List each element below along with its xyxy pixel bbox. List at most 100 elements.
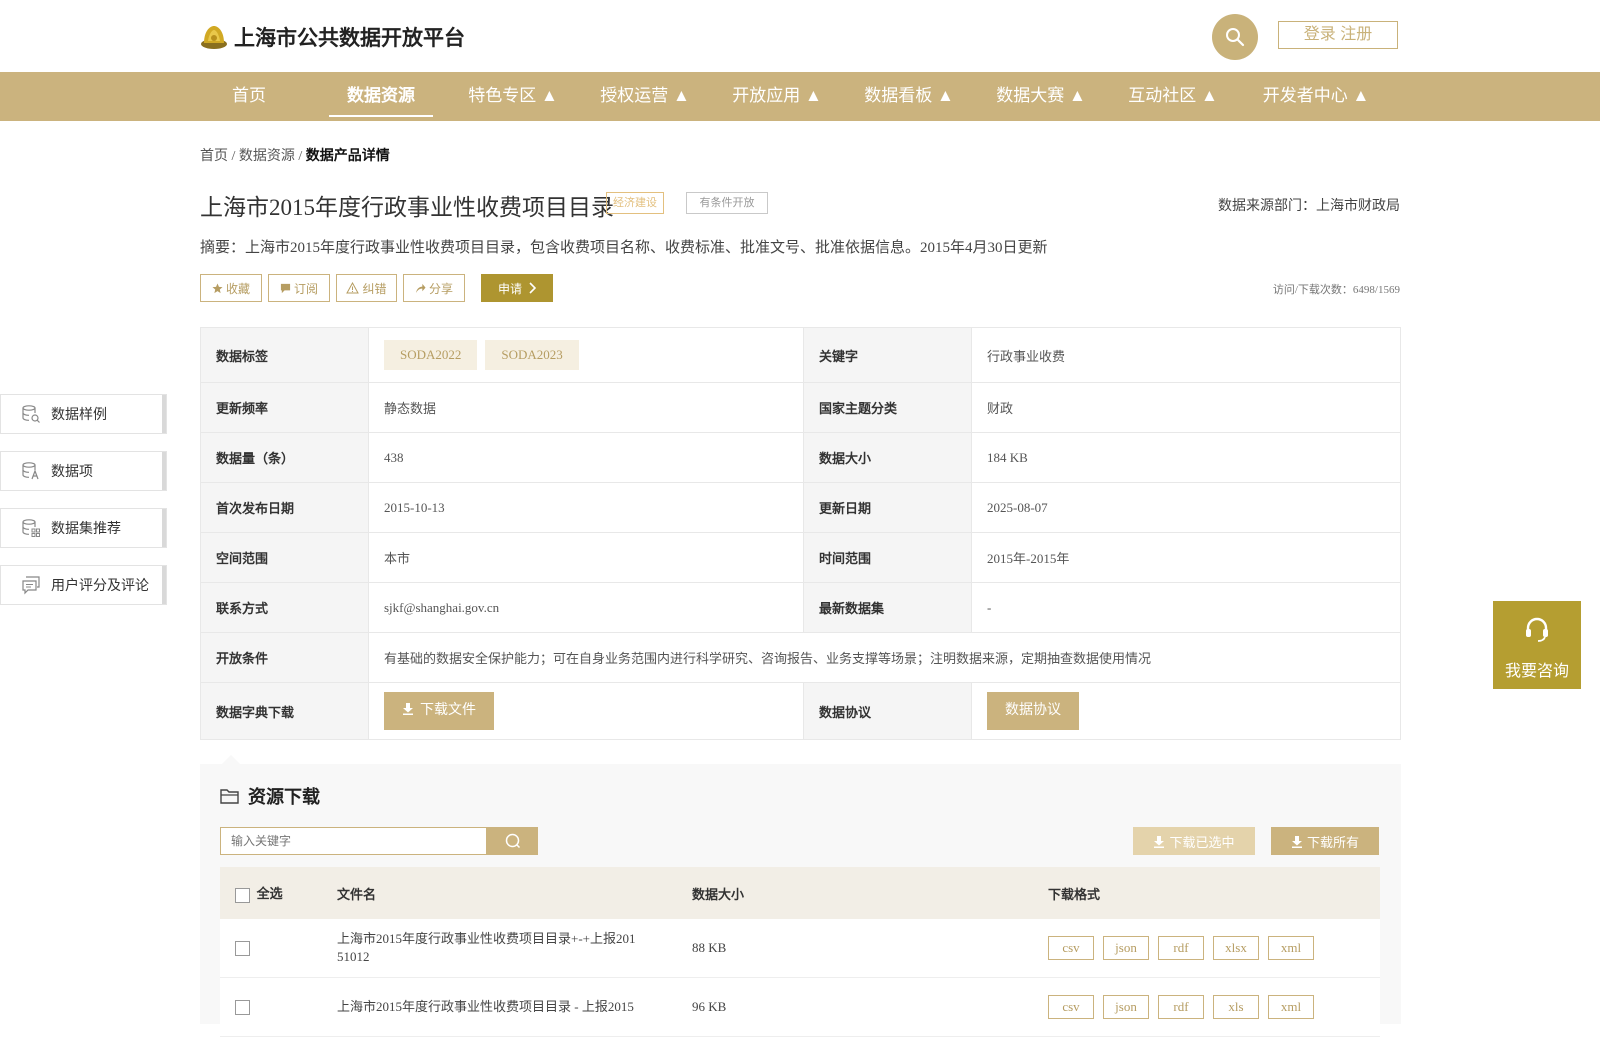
download-selected-button[interactable]: 下载已选中 bbox=[1133, 827, 1255, 855]
tag-chip[interactable]: SODA2023 bbox=[485, 340, 579, 370]
chevron-right-icon bbox=[529, 282, 536, 294]
breadcrumb-home[interactable]: 首页 bbox=[200, 149, 228, 164]
info-value: 2025-08-07 bbox=[971, 482, 1401, 533]
share-button[interactable]: 分享 bbox=[403, 274, 465, 302]
nav-developer[interactable]: 开发者中心 ▲ bbox=[1263, 72, 1370, 121]
info-key: 最新数据集 bbox=[803, 582, 972, 633]
info-value-tags: SODA2022 SODA2023 bbox=[368, 327, 804, 383]
header-search-button[interactable] bbox=[1212, 14, 1258, 60]
format-json-button[interactable]: json bbox=[1103, 936, 1149, 960]
breadcrumb-sep: / bbox=[228, 149, 239, 164]
data-agreement-button[interactable]: 数据协议 bbox=[987, 692, 1079, 730]
format-xls-button[interactable]: xls bbox=[1213, 995, 1259, 1019]
nav-open-apps[interactable]: 开放应用 ▲ bbox=[732, 72, 822, 121]
correct-button[interactable]: 纠错 bbox=[336, 274, 397, 302]
login-register-button[interactable]: 登录 注册 bbox=[1278, 21, 1398, 49]
side-menu-label: 数据样例 bbox=[51, 408, 107, 423]
info-key: 空间范围 bbox=[200, 532, 369, 583]
download-all-label: 下载所有 bbox=[1306, 834, 1359, 850]
download-dictionary-button[interactable]: 下载文件 bbox=[384, 692, 494, 730]
info-key: 首次发布日期 bbox=[200, 482, 369, 533]
row-select-cell bbox=[220, 919, 336, 978]
row-checkbox[interactable] bbox=[235, 941, 250, 957]
download-dictionary-label: 下载文件 bbox=[420, 703, 476, 718]
info-value: 184 KB bbox=[971, 432, 1401, 483]
side-menu-data-sample[interactable]: 数据样例 bbox=[0, 394, 167, 434]
info-value: 行政事业收费 bbox=[971, 327, 1401, 383]
visit-download-count: 访问/下载次数：6498/1569 bbox=[1272, 284, 1400, 296]
format-csv-button[interactable]: csv bbox=[1048, 995, 1094, 1019]
info-key: 数据协议 bbox=[803, 682, 972, 740]
main-nav: 首页 数据资源 特色专区 ▲ 授权运营 ▲ 开放应用 ▲ 数据看板 ▲ 数据大赛… bbox=[0, 72, 1600, 121]
side-menu-label: 数据项 bbox=[51, 465, 93, 480]
site-logo[interactable]: 上海市公共数据开放平台 bbox=[200, 22, 465, 52]
info-key: 数据字典下载 bbox=[200, 682, 369, 740]
side-menu-data-items[interactable]: 数据项 bbox=[0, 451, 167, 491]
format-xml-button[interactable]: xml bbox=[1268, 936, 1314, 960]
info-value: 财政 bbox=[971, 382, 1401, 433]
format-json-button[interactable]: json bbox=[1103, 995, 1149, 1019]
info-value: 下载文件 bbox=[368, 682, 804, 740]
info-key: 更新日期 bbox=[803, 482, 972, 533]
latest-dataset-link[interactable]: - bbox=[971, 582, 1401, 633]
tag-chip[interactable]: SODA2022 bbox=[384, 340, 478, 370]
consult-button[interactable]: 我要咨询 bbox=[1493, 601, 1581, 689]
db-text-icon bbox=[21, 461, 41, 481]
apply-label: 申请 bbox=[497, 281, 522, 296]
nav-authorized-ops[interactable]: 授权运营 ▲ bbox=[600, 72, 690, 121]
nav-special-zone[interactable]: 特色专区 ▲ bbox=[468, 72, 558, 121]
info-value: 数据协议 bbox=[971, 682, 1401, 740]
download-all-button[interactable]: 下载所有 bbox=[1271, 827, 1379, 855]
db-search-icon bbox=[21, 404, 41, 424]
format-csv-button[interactable]: csv bbox=[1048, 936, 1094, 960]
info-key: 数据标签 bbox=[200, 327, 369, 383]
apply-button[interactable]: 申请 bbox=[481, 274, 553, 302]
side-menu-ratings-comments[interactable]: 用户评分及评论 bbox=[0, 565, 167, 605]
file-size: 96 KB bbox=[691, 977, 1047, 1037]
side-menu-label: 数据集推荐 bbox=[51, 522, 121, 537]
file-name-line: 上海市2015年度行政事业性收费项目目录+-+上报201 bbox=[337, 931, 636, 946]
site-title: 上海市公共数据开放平台 bbox=[234, 27, 465, 50]
info-key: 更新频率 bbox=[200, 382, 369, 433]
breadcrumb: 首页 / 数据资源 / 数据产品详情 bbox=[200, 145, 390, 165]
format-cell: csv json rdf xlsx xml bbox=[1047, 919, 1380, 978]
star-icon bbox=[212, 282, 223, 293]
download-icon bbox=[403, 703, 413, 715]
resource-search-input[interactable] bbox=[220, 827, 487, 855]
format-xml-button[interactable]: xml bbox=[1268, 995, 1314, 1019]
info-value: 2015-10-13 bbox=[368, 482, 804, 533]
resource-table-header: 全选 文件名 数据大小 下载格式 bbox=[220, 867, 1380, 919]
file-name-line: 上海市2015年度行政事业性收费项目目录 - 上报2015 bbox=[337, 999, 634, 1014]
download-icon bbox=[1154, 835, 1165, 848]
nav-community[interactable]: 互动社区 ▲ bbox=[1128, 72, 1218, 121]
file-size: 88 KB bbox=[691, 919, 1047, 978]
download-selected-label: 下载已选中 bbox=[1169, 834, 1235, 850]
info-row: 数据字典下载 下载文件 数据协议 数据协议 bbox=[200, 682, 1401, 740]
info-key: 时间范围 bbox=[803, 532, 972, 583]
format-xlsx-button[interactable]: xlsx bbox=[1213, 936, 1259, 960]
side-menu-dataset-recommend[interactable]: 数据集推荐 bbox=[0, 508, 167, 548]
format-rdf-button[interactable]: rdf bbox=[1158, 995, 1204, 1019]
logo-icon bbox=[201, 26, 227, 49]
resource-download-section: 资源下载 下载已选中 下载所有 全选 文件名 数据大小 下载格式 上海市2015… bbox=[200, 764, 1401, 1037]
headset-icon bbox=[1526, 617, 1548, 642]
info-row: 开放条件 有基础的数据安全保护能力；可在自身业务范围内进行科学研究、咨询报告、业… bbox=[200, 632, 1401, 683]
resource-search-button[interactable] bbox=[487, 827, 538, 855]
nav-home[interactable]: 首页 bbox=[232, 72, 266, 121]
breadcrumb-resources[interactable]: 数据资源 bbox=[239, 149, 295, 164]
nav-data-resources[interactable]: 数据资源 bbox=[329, 72, 433, 121]
info-row: 数据量（条） 438 数据大小 184 KB bbox=[200, 432, 1401, 483]
warning-icon bbox=[346, 282, 360, 294]
select-all-checkbox[interactable] bbox=[235, 887, 250, 903]
info-row: 空间范围 本市 时间范围 2015年-2015年 bbox=[200, 532, 1401, 583]
table-row: 上海市2015年度行政事业性收费项目目录+-+上报201 51012 88 KB … bbox=[220, 919, 1380, 978]
page-title: 上海市2015年度行政事业性收费项目目录 bbox=[200, 195, 614, 220]
format-rdf-button[interactable]: rdf bbox=[1158, 936, 1204, 960]
row-checkbox[interactable] bbox=[235, 1000, 250, 1016]
nav-data-dashboard[interactable]: 数据看板 ▲ bbox=[864, 72, 954, 121]
info-key: 数据大小 bbox=[803, 432, 972, 483]
subscribe-button[interactable]: 订阅 bbox=[268, 274, 330, 302]
nav-data-contest[interactable]: 数据大赛 ▲ bbox=[996, 72, 1086, 121]
favorite-button[interactable]: 收藏 bbox=[200, 274, 262, 302]
correct-label: 纠错 bbox=[362, 281, 387, 296]
